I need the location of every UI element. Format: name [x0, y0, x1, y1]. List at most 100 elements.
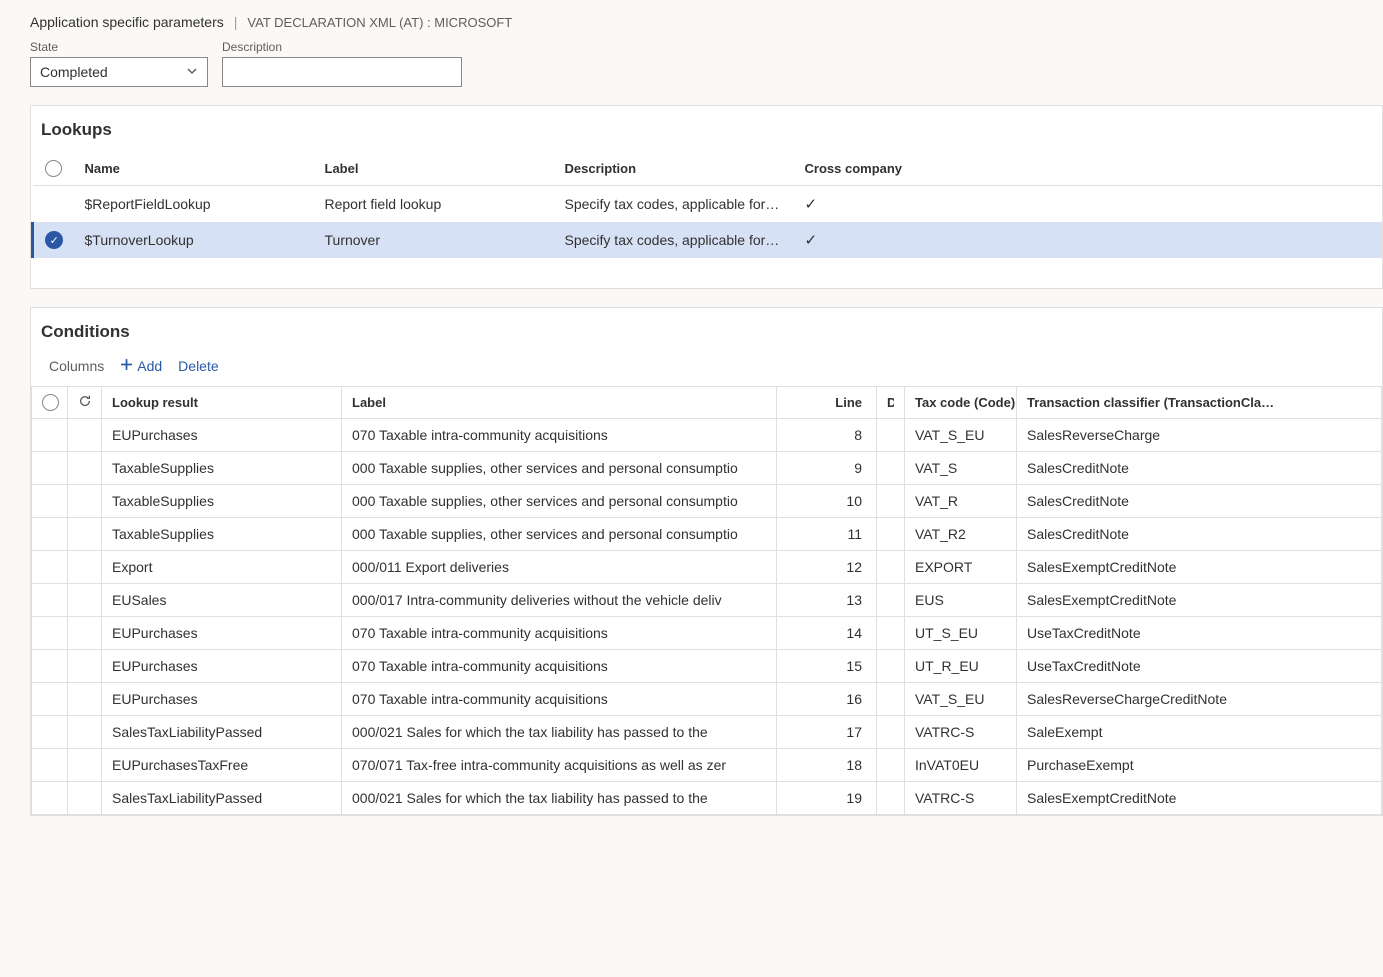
conditions-label: 000/021 Sales for which the tax liabilit…	[342, 782, 777, 815]
conditions-row[interactable]: EUPurchases070 Taxable intra-community a…	[32, 683, 1382, 716]
conditions-tax-code: EUS	[905, 584, 1017, 617]
lookups-table: Name Label Description Cross company $Re…	[31, 152, 1382, 258]
conditions-d	[877, 551, 905, 584]
conditions-row-selector[interactable]	[32, 419, 68, 452]
conditions-d	[877, 419, 905, 452]
conditions-row[interactable]: EUSales000/017 Intra-community deliverie…	[32, 584, 1382, 617]
conditions-row-selector[interactable]	[32, 551, 68, 584]
conditions-line: 12	[777, 551, 877, 584]
conditions-row-selector[interactable]	[32, 518, 68, 551]
conditions-row-selector[interactable]	[32, 782, 68, 815]
conditions-row-selector[interactable]	[32, 683, 68, 716]
conditions-row[interactable]: EUPurchases070 Taxable intra-community a…	[32, 650, 1382, 683]
conditions-tax-code: VAT_R2	[905, 518, 1017, 551]
conditions-line: 10	[777, 485, 877, 518]
refresh-icon	[78, 396, 92, 411]
conditions-d	[877, 617, 905, 650]
conditions-section: Conditions Columns Add Delete	[30, 307, 1383, 816]
conditions-header-label[interactable]: Label	[342, 387, 777, 419]
conditions-row-status	[68, 683, 102, 716]
conditions-row-status	[68, 584, 102, 617]
delete-button[interactable]: Delete	[178, 358, 218, 374]
conditions-label: 070 Taxable intra-community acquisitions	[342, 683, 777, 716]
conditions-transaction-classifier: SalesReverseChargeCreditNote	[1017, 683, 1382, 716]
state-dropdown[interactable]: Completed	[30, 57, 208, 87]
lookups-row-description: Specify tax codes, applicable for…	[555, 186, 795, 223]
add-label: Add	[137, 358, 162, 374]
conditions-row-status	[68, 419, 102, 452]
lookups-row-label: Report field lookup	[315, 186, 555, 223]
conditions-row[interactable]: Export000/011 Export deliveries12EXPORTS…	[32, 551, 1382, 584]
conditions-row[interactable]: EUPurchasesTaxFree070/071 Tax-free intra…	[32, 749, 1382, 782]
lookups-row-description: Specify tax codes, applicable for…	[555, 222, 795, 258]
conditions-row[interactable]: SalesTaxLiabilityPassed000/021 Sales for…	[32, 716, 1382, 749]
conditions-header-line[interactable]: Line	[777, 387, 877, 419]
conditions-lookup-result: EUPurchases	[102, 650, 342, 683]
conditions-label: 000/021 Sales for which the tax liabilit…	[342, 716, 777, 749]
radio-empty-icon	[42, 394, 59, 411]
lookups-row[interactable]: $ReportFieldLookupReport field lookupSpe…	[33, 186, 1383, 223]
conditions-label: 000 Taxable supplies, other services and…	[342, 518, 777, 551]
conditions-header-transaction-classifier[interactable]: Transaction classifier (TransactionCla…	[1017, 387, 1382, 419]
conditions-lookup-result: TaxableSupplies	[102, 452, 342, 485]
conditions-header-tax-code[interactable]: Tax code (Code)	[905, 387, 1017, 419]
conditions-row[interactable]: SalesTaxLiabilityPassed000/021 Sales for…	[32, 782, 1382, 815]
conditions-table: Lookup result Label Line D… Tax code (Co…	[31, 386, 1382, 815]
conditions-tax-code: EXPORT	[905, 551, 1017, 584]
lookups-header-name[interactable]: Name	[75, 152, 315, 186]
conditions-row-selector[interactable]	[32, 650, 68, 683]
lookups-select-all[interactable]	[33, 152, 75, 186]
conditions-row-status	[68, 485, 102, 518]
lookups-header-cross[interactable]: Cross company	[795, 152, 1383, 186]
conditions-refresh[interactable]	[68, 387, 102, 419]
state-field: State Completed	[30, 40, 208, 87]
description-input[interactable]	[222, 57, 462, 87]
conditions-tax-code: VAT_S_EU	[905, 419, 1017, 452]
conditions-tax-code: VATRC-S	[905, 716, 1017, 749]
conditions-d	[877, 650, 905, 683]
lookups-title: Lookups	[31, 106, 1382, 152]
add-button[interactable]: Add	[120, 358, 162, 374]
conditions-row-status	[68, 617, 102, 650]
conditions-tax-code: VATRC-S	[905, 782, 1017, 815]
plus-icon	[120, 358, 133, 374]
conditions-row-selector[interactable]	[32, 617, 68, 650]
lookups-header-label[interactable]: Label	[315, 152, 555, 186]
conditions-lookup-result: TaxableSupplies	[102, 518, 342, 551]
lookups-row-selector[interactable]: ✓	[33, 222, 75, 258]
conditions-transaction-classifier: PurchaseExempt	[1017, 749, 1382, 782]
conditions-line: 16	[777, 683, 877, 716]
conditions-row-selector[interactable]	[32, 452, 68, 485]
radio-empty-icon	[45, 160, 62, 177]
conditions-header-lookup-result[interactable]: Lookup result	[102, 387, 342, 419]
lookups-row-selector[interactable]	[33, 186, 75, 223]
conditions-lookup-result: EUPurchases	[102, 617, 342, 650]
conditions-row[interactable]: EUPurchases070 Taxable intra-community a…	[32, 617, 1382, 650]
state-value: Completed	[40, 64, 108, 80]
conditions-row[interactable]: TaxableSupplies000 Taxable supplies, oth…	[32, 485, 1382, 518]
lookups-row[interactable]: ✓ $TurnoverLookupTurnoverSpecify tax code…	[33, 222, 1383, 258]
conditions-row-selector[interactable]	[32, 485, 68, 518]
conditions-row-selector[interactable]	[32, 749, 68, 782]
conditions-select-all[interactable]	[32, 387, 68, 419]
conditions-label: 000 Taxable supplies, other services and…	[342, 452, 777, 485]
conditions-row[interactable]: TaxableSupplies000 Taxable supplies, oth…	[32, 452, 1382, 485]
conditions-row[interactable]: EUPurchases070 Taxable intra-community a…	[32, 419, 1382, 452]
conditions-transaction-classifier: UseTaxCreditNote	[1017, 617, 1382, 650]
conditions-d	[877, 716, 905, 749]
conditions-lookup-result: EUSales	[102, 584, 342, 617]
conditions-line: 15	[777, 650, 877, 683]
lookups-row-label: Turnover	[315, 222, 555, 258]
lookups-header-description[interactable]: Description	[555, 152, 795, 186]
radio-checked-icon: ✓	[45, 231, 63, 249]
conditions-row-selector[interactable]	[32, 584, 68, 617]
conditions-row[interactable]: TaxableSupplies000 Taxable supplies, oth…	[32, 518, 1382, 551]
lookups-row-name: $TurnoverLookup	[75, 222, 315, 258]
conditions-row-selector[interactable]	[32, 716, 68, 749]
conditions-header-d[interactable]: D…	[877, 387, 905, 419]
conditions-d	[877, 518, 905, 551]
conditions-lookup-result: SalesTaxLiabilityPassed	[102, 716, 342, 749]
columns-button[interactable]: Columns	[49, 358, 104, 374]
lookups-row-name: $ReportFieldLookup	[75, 186, 315, 223]
state-label: State	[30, 40, 208, 54]
